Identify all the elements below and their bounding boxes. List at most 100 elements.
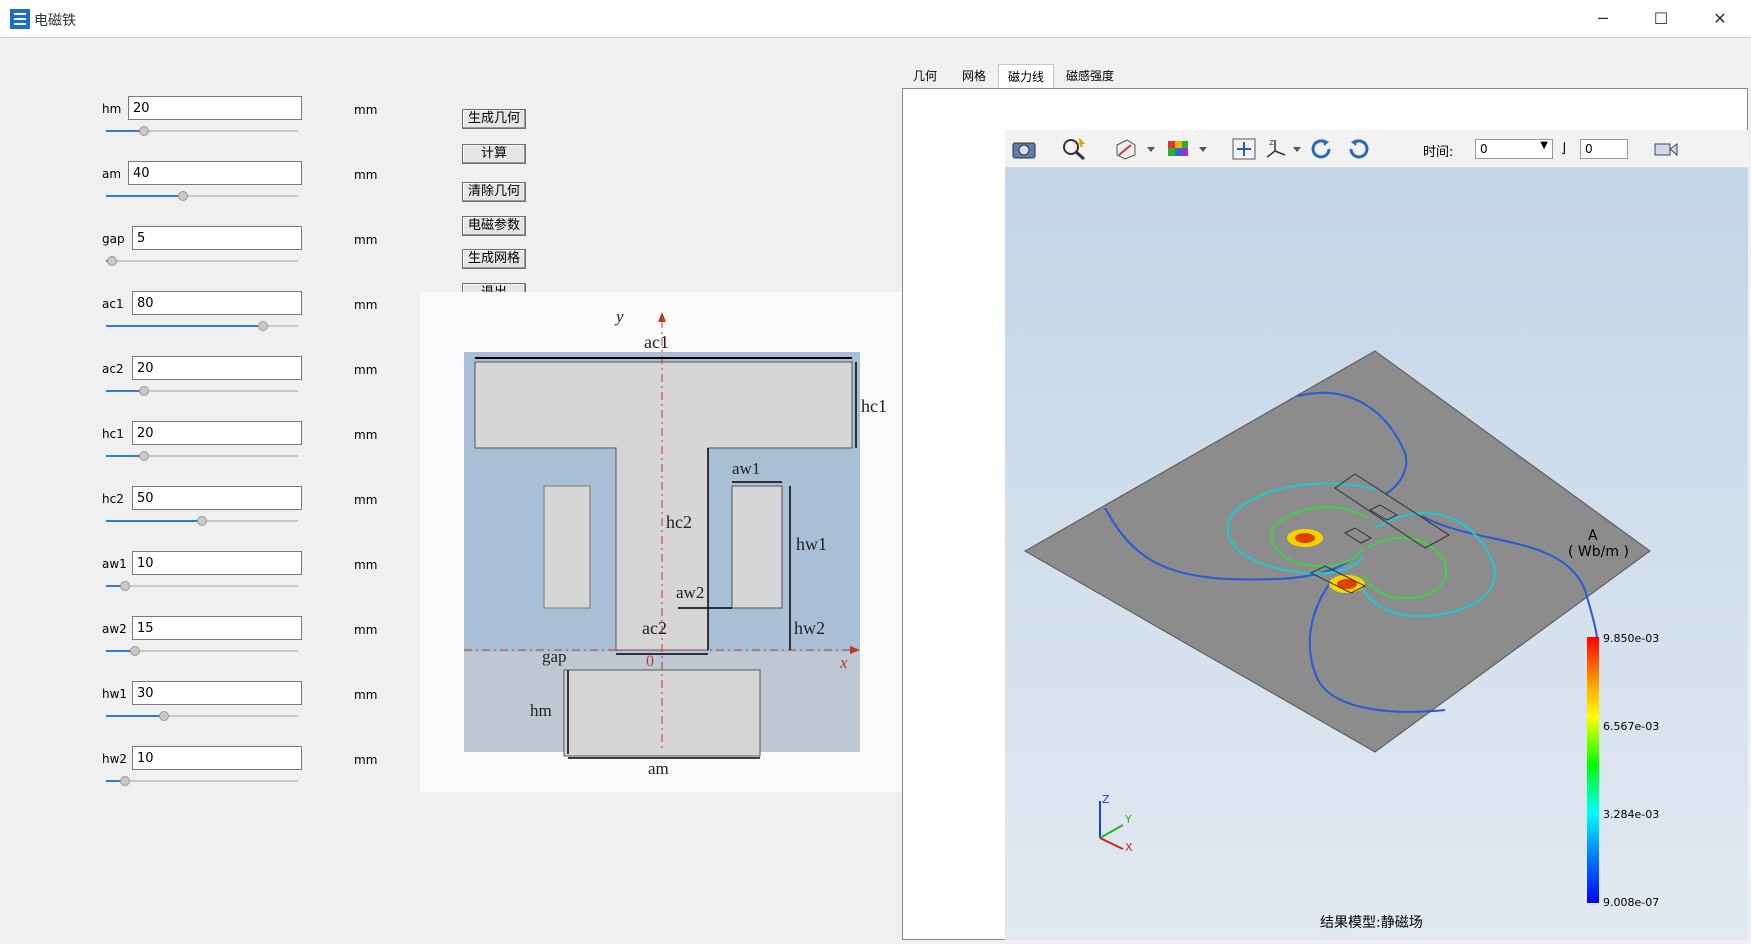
slider-fill bbox=[106, 520, 202, 522]
chevron-down-icon[interactable] bbox=[1291, 137, 1303, 161]
diagram-gap-label: gap bbox=[542, 647, 567, 666]
slider-thumb[interactable] bbox=[120, 581, 131, 591]
param-input-hm[interactable] bbox=[128, 96, 302, 120]
step-value: 0 bbox=[1585, 142, 1593, 156]
param-label-hw2: hw2 bbox=[102, 752, 128, 766]
chevron-down-icon[interactable] bbox=[1197, 137, 1209, 161]
param-slider-hc1[interactable] bbox=[106, 451, 298, 461]
diagram-hm-label: hm bbox=[530, 701, 552, 720]
view-cube-icon[interactable] bbox=[1113, 137, 1139, 161]
param-unit-ac1: mm bbox=[354, 298, 378, 312]
param-slider-ac1[interactable] bbox=[106, 321, 298, 331]
param-input-hw2[interactable] bbox=[132, 746, 302, 770]
diagram-hc1-label: hc1 bbox=[861, 396, 887, 416]
tab-mesh[interactable]: 网格 bbox=[952, 64, 996, 88]
param-slider-aw2[interactable] bbox=[106, 646, 298, 656]
color-map-icon[interactable] bbox=[1165, 137, 1191, 161]
minimize-button[interactable]: ─ bbox=[1580, 6, 1626, 32]
param-input-hc1[interactable] bbox=[132, 421, 302, 445]
param-slider-ac2[interactable] bbox=[106, 386, 298, 396]
window-title: 电磁铁 bbox=[34, 13, 76, 29]
em-params-button[interactable]: 电磁参数 bbox=[462, 216, 526, 236]
step-spinner[interactable]: 0 bbox=[1580, 139, 1628, 159]
diagram-hc2-label: hc2 bbox=[666, 512, 692, 532]
axes-icon[interactable]: Z bbox=[1263, 137, 1289, 161]
zoom-icon[interactable] bbox=[1061, 137, 1087, 161]
geometry-diagram: y ac1 hc1 hc2 aw1 hw1 aw2 ac2 hw2 gap 0 … bbox=[420, 292, 902, 792]
time-value: 0 bbox=[1480, 142, 1488, 156]
record-icon[interactable] bbox=[1653, 137, 1679, 161]
param-slider-hw1[interactable] bbox=[106, 711, 298, 721]
tab-flux-lines[interactable]: 磁力线 bbox=[998, 64, 1054, 88]
diagram-y-label: y bbox=[614, 307, 624, 326]
slider-thumb[interactable] bbox=[139, 386, 150, 396]
maximize-button[interactable]: ☐ bbox=[1638, 6, 1684, 32]
diagram-x-label: x bbox=[839, 653, 848, 672]
slider-thumb[interactable] bbox=[197, 516, 207, 526]
generate-geometry-button[interactable]: 生成几何 bbox=[462, 109, 526, 129]
viewer-toolbar: Z 时间: 0 ▼ ⌋ 0 bbox=[1005, 130, 1748, 168]
legend-tick-max: 9.850e-03 bbox=[1603, 632, 1660, 645]
param-input-aw2[interactable] bbox=[132, 616, 302, 640]
slider-fill bbox=[106, 715, 164, 717]
time-label: 时间: bbox=[1423, 145, 1454, 160]
chevron-down-icon: ▼ bbox=[1540, 140, 1548, 151]
legend-tick-3: 3.284e-03 bbox=[1603, 808, 1660, 821]
param-input-ac1[interactable] bbox=[132, 291, 302, 315]
result-model-status: 结果模型:静磁场 bbox=[1320, 915, 1423, 931]
compute-button[interactable]: 计算 bbox=[462, 144, 526, 164]
legend-unit: ( Wb/m ) bbox=[1568, 544, 1629, 560]
close-button[interactable]: ✕ bbox=[1697, 6, 1743, 32]
param-label-gap: gap bbox=[102, 232, 125, 246]
rotate-ccw-icon[interactable] bbox=[1345, 137, 1371, 161]
rotate-cw-icon[interactable] bbox=[1309, 137, 1335, 161]
tab-geometry[interactable]: 几何 bbox=[906, 64, 944, 88]
slider-thumb[interactable] bbox=[177, 191, 188, 201]
param-unit-am: mm bbox=[354, 168, 378, 182]
param-slider-hc2[interactable] bbox=[106, 516, 298, 526]
param-unit-hw1: mm bbox=[354, 688, 378, 702]
slider-thumb[interactable] bbox=[139, 451, 150, 461]
time-select[interactable]: 0 ▼ bbox=[1475, 139, 1553, 159]
diagram-aw1-label: aw1 bbox=[732, 459, 760, 478]
3d-viewport[interactable]: A ( Wb/m ) 9.850e-03 6.567e-03 3.284e-03… bbox=[1005, 168, 1748, 940]
param-slider-gap[interactable] bbox=[106, 256, 298, 266]
clear-geometry-button[interactable]: 清除几何 bbox=[462, 182, 526, 202]
param-label-hc2: hc2 bbox=[102, 492, 124, 506]
param-input-aw1[interactable] bbox=[132, 551, 302, 575]
param-label-hm: hm bbox=[102, 102, 122, 116]
legend-variable: A bbox=[1588, 528, 1598, 544]
chevron-down-icon[interactable] bbox=[1145, 137, 1157, 161]
slider-thumb[interactable] bbox=[139, 126, 150, 136]
diagram-hw2-label: hw2 bbox=[794, 618, 825, 638]
param-slider-hm[interactable] bbox=[106, 126, 298, 136]
svg-text:Z: Z bbox=[1269, 139, 1274, 147]
diagram-ac2-label: ac2 bbox=[642, 618, 667, 638]
param-input-hw1[interactable] bbox=[132, 681, 302, 705]
slider-thumb[interactable] bbox=[258, 321, 269, 331]
param-input-gap[interactable] bbox=[132, 226, 302, 250]
slider-fill bbox=[106, 325, 264, 327]
fit-view-icon[interactable] bbox=[1231, 137, 1257, 161]
param-unit-hc1: mm bbox=[354, 428, 378, 442]
param-slider-hw2[interactable] bbox=[106, 776, 298, 786]
tab-flux-density[interactable]: 磁感强度 bbox=[1058, 64, 1122, 88]
slider-thumb[interactable] bbox=[158, 711, 169, 721]
slider-fill bbox=[106, 195, 183, 197]
generate-mesh-button[interactable]: 生成网格 bbox=[462, 249, 526, 269]
slider-thumb[interactable] bbox=[120, 776, 131, 786]
param-input-hc2[interactable] bbox=[132, 486, 302, 510]
triad-y-label: Y bbox=[1124, 813, 1132, 826]
param-label-hw1: hw1 bbox=[102, 687, 128, 701]
param-slider-aw1[interactable] bbox=[106, 581, 298, 591]
param-input-ac2[interactable] bbox=[132, 356, 302, 380]
param-label-hc1: hc1 bbox=[102, 427, 124, 441]
param-unit-hw2: mm bbox=[354, 753, 378, 767]
slider-thumb[interactable] bbox=[106, 256, 117, 266]
legend-tick-min: 9.008e-07 bbox=[1603, 896, 1660, 909]
camera-icon[interactable] bbox=[1011, 137, 1037, 161]
slider-thumb[interactable] bbox=[129, 646, 140, 656]
param-unit-aw1: mm bbox=[354, 558, 378, 572]
param-slider-am[interactable] bbox=[106, 191, 298, 201]
param-input-am[interactable] bbox=[128, 161, 302, 185]
